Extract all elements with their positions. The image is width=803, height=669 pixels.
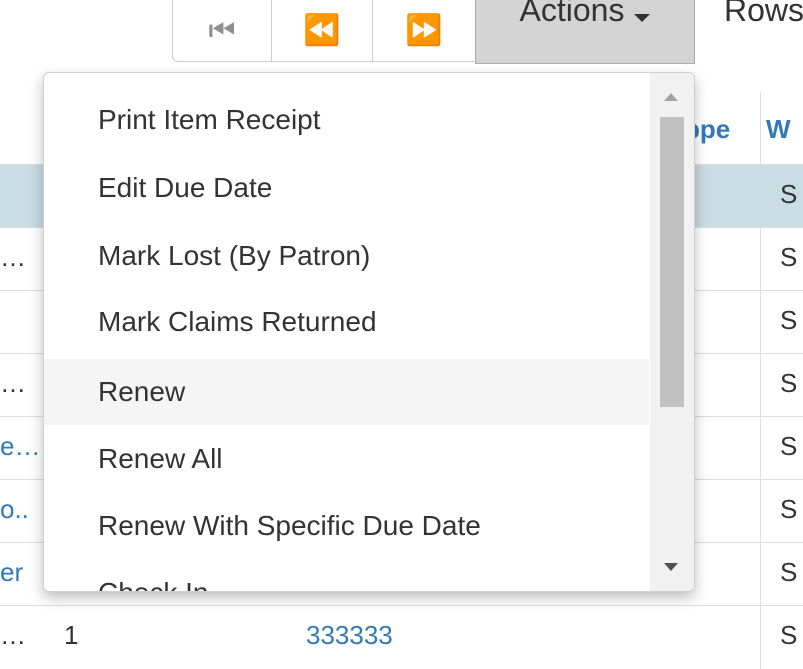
- next-page-button[interactable]: ⏩: [372, 0, 476, 62]
- barcode-link[interactable]: 333333: [306, 620, 393, 651]
- first-page-button[interactable]: ⏮: [172, 0, 272, 62]
- scroll-down-icon[interactable]: [664, 563, 678, 571]
- menu-item-print-item-receipt[interactable]: Print Item Receipt: [44, 87, 649, 153]
- grid-toolbar: ⏮ ⏪ ⏩ Actions Rows: [172, 0, 803, 64]
- previous-page-button[interactable]: ⏪: [271, 0, 373, 62]
- menu-item-edit-due-date[interactable]: Edit Due Date: [44, 155, 649, 221]
- first-page-icon: ⏮: [208, 13, 236, 47]
- table-row[interactable]: … 1 333333 S: [0, 605, 803, 669]
- rows-label[interactable]: Rows: [724, 0, 803, 29]
- scroll-thumb[interactable]: [660, 117, 684, 407]
- scroll-up-icon[interactable]: [664, 93, 678, 101]
- next-page-icon: ⏩: [405, 14, 443, 47]
- menu-item-check-in[interactable]: Check In: [44, 560, 649, 591]
- column-header-w[interactable]: W: [766, 114, 791, 145]
- menu-item-renew[interactable]: Renew: [44, 359, 649, 425]
- actions-dropdown-menu: Print Item Receipt Edit Due Date Mark Lo…: [43, 72, 695, 592]
- menu-item-mark-lost[interactable]: Mark Lost (By Patron): [44, 223, 649, 289]
- previous-page-icon: ⏪: [303, 14, 341, 47]
- caret-down-icon: [634, 14, 651, 22]
- menu-item-renew-specific-due-date[interactable]: Renew With Specific Due Date: [44, 493, 649, 559]
- actions-button[interactable]: Actions: [475, 0, 695, 64]
- menu-item-mark-claims-returned[interactable]: Mark Claims Returned: [44, 289, 649, 355]
- menu-scrollbar[interactable]: [650, 73, 694, 591]
- menu-item-renew-all[interactable]: Renew All: [44, 426, 649, 492]
- actions-label: Actions: [519, 0, 625, 28]
